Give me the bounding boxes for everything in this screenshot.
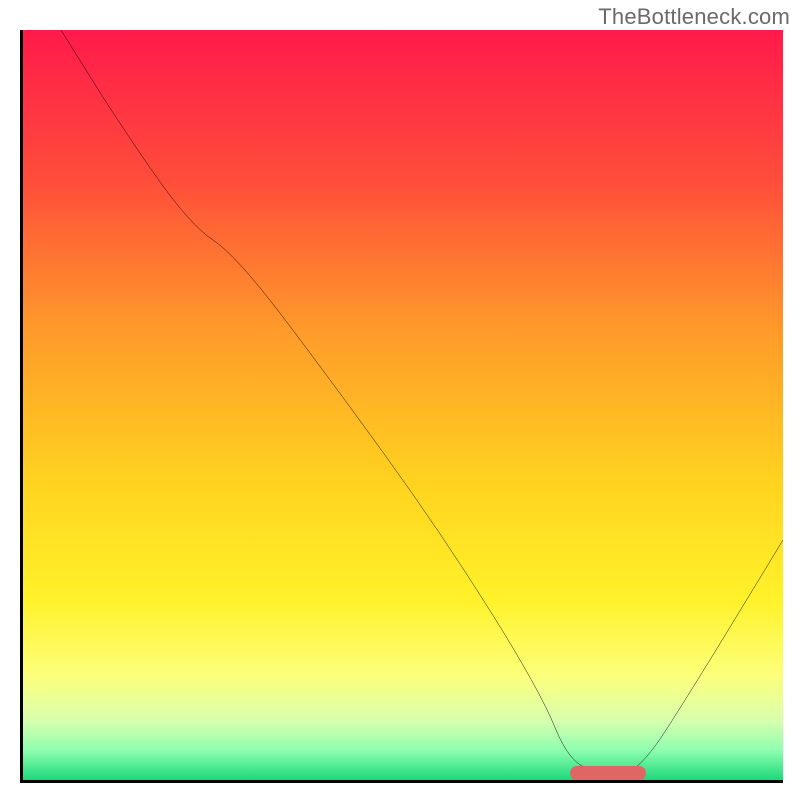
- minimum-marker: [570, 766, 646, 780]
- chart-container: TheBottleneck.com: [0, 0, 800, 800]
- bottleneck-curve: [23, 30, 783, 780]
- plot-area: [20, 30, 783, 783]
- watermark-text: TheBottleneck.com: [598, 4, 790, 30]
